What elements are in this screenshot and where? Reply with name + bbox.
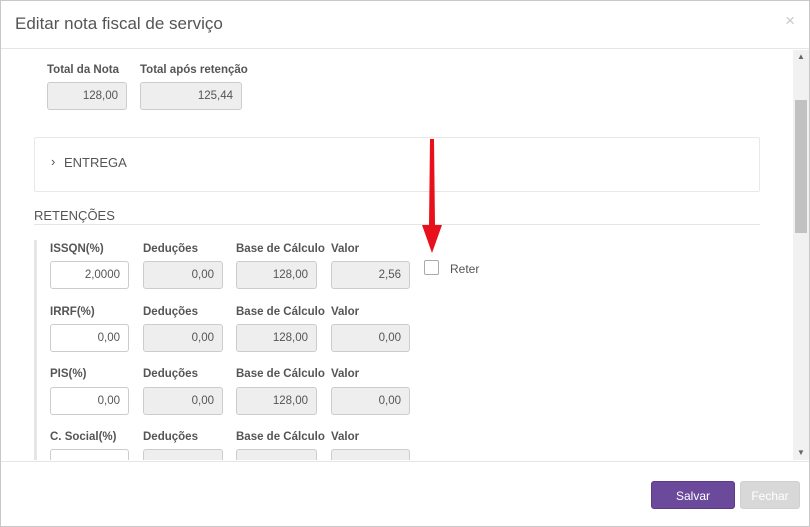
pis-base-field: 128,00 (236, 387, 317, 415)
total-nota-label: Total da Nota (47, 64, 119, 76)
csocial-rate-input[interactable] (50, 449, 129, 460)
close-icon[interactable]: × (785, 11, 795, 31)
pis-valor-field: 0,00 (331, 387, 410, 415)
retencoes-left-border (34, 240, 37, 460)
scroll-up-icon[interactable]: ▲ (793, 50, 809, 64)
irrf-label: IRRF(%) (50, 306, 95, 318)
red-arrow-annotation (422, 139, 442, 253)
csocial-base-field (236, 449, 317, 460)
edit-invoice-modal: Editar nota fiscal de serviço × Total da… (0, 0, 810, 527)
scroll-down-icon[interactable]: ▼ (793, 446, 809, 460)
irrf-valor-field: 0,00 (331, 324, 410, 352)
valor-label: Valor (331, 243, 360, 255)
base-calculo-label: Base de Cálculo (236, 306, 325, 318)
reter-label: Reter (450, 262, 480, 276)
valor-label: Valor (331, 431, 360, 443)
issqn-base-field: 128,00 (236, 261, 317, 289)
issqn-valor-field: 2,56 (331, 261, 410, 289)
base-calculo-label: Base de Cálculo (236, 368, 325, 380)
modal-title: Editar nota fiscal de serviço (15, 14, 223, 33)
scrollbar-thumb[interactable] (795, 100, 807, 233)
valor-label: Valor (331, 368, 360, 380)
close-button[interactable]: Fechar (740, 481, 800, 509)
total-nota-field: 128,00 (47, 82, 127, 110)
section-divider (34, 224, 760, 225)
entrega-panel[interactable]: › ENTREGA (34, 137, 760, 192)
modal-header: Editar nota fiscal de serviço × (1, 1, 809, 49)
deducoes-label: Deduções (143, 306, 198, 318)
irrf-base-field: 128,00 (236, 324, 317, 352)
modal-footer: Salvar Fechar (1, 461, 809, 527)
deducoes-label: Deduções (143, 368, 198, 380)
entrega-label: ENTREGA (64, 155, 127, 170)
pis-rate-input[interactable]: 0,00 (50, 387, 129, 415)
pis-label: PIS(%) (50, 368, 87, 380)
scrollbar[interactable]: ▲ ▼ (793, 50, 809, 460)
base-calculo-label: Base de Cálculo (236, 431, 325, 443)
modal-body: Total da Nota 128,00 Total após retenção… (1, 50, 809, 460)
valor-label: Valor (331, 306, 360, 318)
pis-deducoes-field: 0,00 (143, 387, 223, 415)
retencoes-title: RETENÇÕES (34, 208, 115, 223)
irrf-deducoes-field: 0,00 (143, 324, 223, 352)
csocial-label: C. Social(%) (50, 431, 117, 443)
total-apos-retencao-label: Total após retenção (140, 64, 248, 76)
deducoes-label: Deduções (143, 431, 198, 443)
total-apos-retencao-field: 125,44 (140, 82, 242, 110)
deducoes-label: Deduções (143, 243, 198, 255)
reter-checkbox[interactable] (424, 260, 439, 275)
save-button[interactable]: Salvar (651, 481, 735, 509)
csocial-valor-field (331, 449, 410, 460)
csocial-deducoes-field (143, 449, 223, 460)
base-calculo-label: Base de Cálculo (236, 243, 325, 255)
issqn-rate-input[interactable]: 2,0000 (50, 261, 129, 289)
issqn-label: ISSQN(%) (50, 243, 104, 255)
chevron-right-icon: › (51, 154, 56, 169)
irrf-rate-input[interactable]: 0,00 (50, 324, 129, 352)
issqn-deducoes-field: 0,00 (143, 261, 223, 289)
